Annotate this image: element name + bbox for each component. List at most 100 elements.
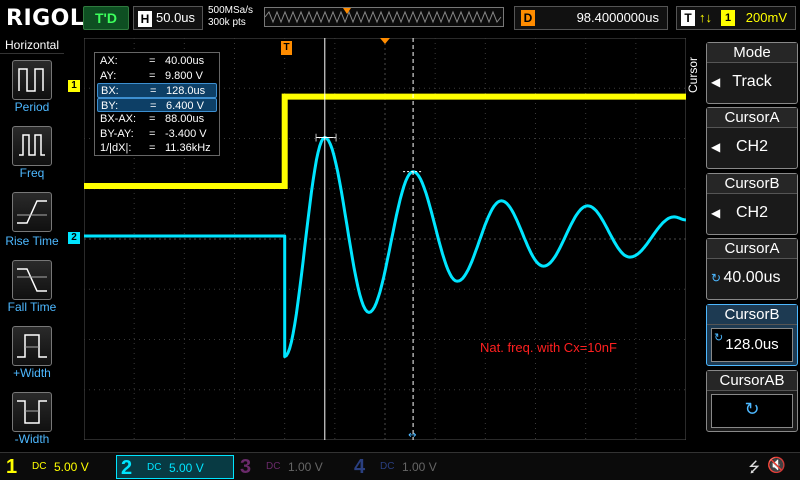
- readout-key: AX:: [100, 55, 118, 67]
- readout-row: BY: = 6.400 V: [97, 97, 217, 112]
- readout-eq: =: [149, 127, 156, 140]
- cursor-b-position-header: CursorB: [707, 305, 797, 325]
- ch1-number: 1: [6, 456, 18, 478]
- readout-value: 6.400 V: [166, 99, 204, 112]
- ch1-level-marker[interactable]: 1: [68, 80, 80, 92]
- readout-eq: =: [149, 142, 156, 154]
- cursor-b-position-softkey[interactable]: CursorB ↻ 128.0us: [706, 304, 798, 366]
- ch3-status[interactable]: 3 DC 1.00 V: [236, 455, 348, 479]
- readout-value: 40.00us: [165, 55, 205, 67]
- ch2-status[interactable]: 2 DC 5.00 V: [116, 455, 234, 479]
- negative-width-button[interactable]: [12, 392, 52, 432]
- trigger-marker-label: T: [283, 42, 290, 53]
- trigger-edge-icon: ↑↓: [699, 10, 712, 25]
- readout-row: BX: = 128.0us: [97, 83, 217, 98]
- delay-center-marker: [380, 38, 390, 44]
- top-status-bar: RIGOL T'D H 50.0us 500MSa/s 300k pts D 98…: [0, 0, 800, 38]
- sample-rate: 500MSa/s: [208, 5, 254, 16]
- readout-key: AY:: [100, 69, 117, 82]
- cursor-readout-panel: AX: = 40.00us AY: = 9.800 V BX: = 128.0us BY: = 6.4…: [94, 52, 220, 156]
- memory-depth: 300k pts: [208, 17, 246, 28]
- readout-key: 1/|dX|:: [100, 142, 132, 154]
- cursor-b-position-value: 128.0us: [725, 336, 779, 353]
- freq-label: Freq: [19, 166, 45, 180]
- annotation-text: Nat. freq. with Cx=10nF: [480, 340, 617, 355]
- readout-key: BX-AX:: [100, 113, 137, 125]
- ch3-number: 3: [240, 456, 252, 478]
- ch1-coupling: DC: [32, 461, 47, 472]
- brand-logo: RIGOL: [6, 6, 85, 31]
- cursor-ab-header: CursorAB: [707, 371, 797, 391]
- readout-row: 1/|dX|: = 11.36kHz: [97, 141, 217, 156]
- ch2-level-marker[interactable]: 2: [68, 232, 80, 244]
- readout-value: -3.400 V: [165, 127, 207, 140]
- horizontal-timebase[interactable]: H 50.0us: [133, 6, 203, 30]
- ch4-status[interactable]: 4 DC 1.00 V: [350, 455, 462, 479]
- positive-width-icon: [17, 334, 47, 358]
- readout-row: BX-AX: = 88.00us: [97, 112, 217, 127]
- ch2-marker-label: 2: [71, 232, 77, 243]
- cursor-a-position-header: CursorA: [707, 239, 797, 259]
- ch2-number: 2: [121, 457, 133, 479]
- mode-softkey[interactable]: Mode ◀ Track: [706, 42, 798, 104]
- cursor-b-source-header: CursorB: [707, 174, 797, 194]
- ch3-scale: 1.00 V: [288, 460, 323, 474]
- period-icon: [18, 68, 44, 92]
- readout-row: AX: = 40.00us: [97, 54, 217, 69]
- trigger-status-badge: T'D: [83, 6, 129, 30]
- channel-status-bar: 1 DC 5.00 V 2 DC 5.00 V 3 DC 1.00 V 4 DC…: [0, 452, 800, 480]
- horizontal-delay[interactable]: D 98.4000000us: [514, 6, 668, 30]
- readout-eq: =: [150, 85, 157, 97]
- fall-time-icon: [17, 268, 47, 292]
- ch1-marker-label: 1: [71, 80, 77, 91]
- period-button[interactable]: [12, 60, 52, 100]
- readout-eq: =: [150, 99, 157, 112]
- readout-row: AY: = 9.800 V: [97, 69, 217, 84]
- timebase-key: H: [138, 10, 152, 27]
- readout-key: BY:: [101, 99, 119, 112]
- cursor-a-source-header: CursorA: [707, 108, 797, 128]
- speaker-muted-icon[interactable]: 🔇: [767, 456, 786, 474]
- fall-time-label: Fall Time: [7, 300, 57, 314]
- readout-eq: =: [149, 69, 156, 82]
- period-label: Period: [14, 100, 50, 114]
- cursor-a-marker-right: ⊣: [328, 132, 338, 145]
- readout-row: BY-AY: = -3.400 V: [97, 127, 217, 142]
- ch1-status[interactable]: 1 DC 5.00 V: [2, 455, 114, 479]
- trigger-position-marker[interactable]: T: [281, 41, 292, 55]
- positive-width-button[interactable]: [12, 326, 52, 366]
- readout-value: 11.36kHz: [165, 142, 211, 154]
- rise-time-button[interactable]: [12, 192, 52, 232]
- readout-key: BX:: [101, 85, 119, 97]
- readout-eq: =: [149, 55, 156, 67]
- ch3-coupling: DC: [266, 461, 281, 472]
- ch4-number: 4: [354, 456, 366, 478]
- cursor-b-source-softkey[interactable]: CursorB ◀ CH2: [706, 173, 798, 235]
- readout-key: BY-AY:: [100, 127, 134, 140]
- readout-value: 9.800 V: [165, 69, 203, 82]
- cursor-ab-softkey[interactable]: CursorAB ↻: [706, 370, 798, 432]
- fall-time-button[interactable]: [12, 260, 52, 300]
- trigger-settings[interactable]: T ↑↓ 1 200mV: [676, 6, 796, 30]
- negative-width-label: -Width: [14, 432, 50, 446]
- ch4-scale: 1.00 V: [402, 460, 437, 474]
- memory-waveform-strip[interactable]: [264, 7, 504, 27]
- readout-eq: =: [149, 113, 156, 125]
- negative-width-icon: [17, 400, 47, 424]
- delay-key: D: [521, 10, 535, 26]
- freq-button[interactable]: [12, 126, 52, 166]
- ch2-scale: 5.00 V: [169, 461, 204, 475]
- mode-value: Track: [732, 73, 772, 90]
- cursor-b-bottom-marker: ↔: [408, 430, 416, 440]
- readout-value: 128.0us: [166, 85, 206, 97]
- cursor-a-position-softkey[interactable]: CursorA ↻ 40.00us: [706, 238, 798, 300]
- freq-icon: [19, 134, 45, 156]
- trigger-key: T: [681, 10, 695, 26]
- cursor-ab-knob-icon: ↻: [744, 399, 760, 419]
- trigger-source: 1: [721, 10, 735, 26]
- left-menu-title: Horizontal: [0, 38, 64, 54]
- cursor-a-source-softkey[interactable]: CursorA ◀ CH2: [706, 107, 798, 169]
- readout-value: 88.00us: [165, 113, 205, 125]
- cursor-a-position-value: 40.00us: [723, 269, 781, 286]
- ch4-coupling: DC: [380, 461, 395, 472]
